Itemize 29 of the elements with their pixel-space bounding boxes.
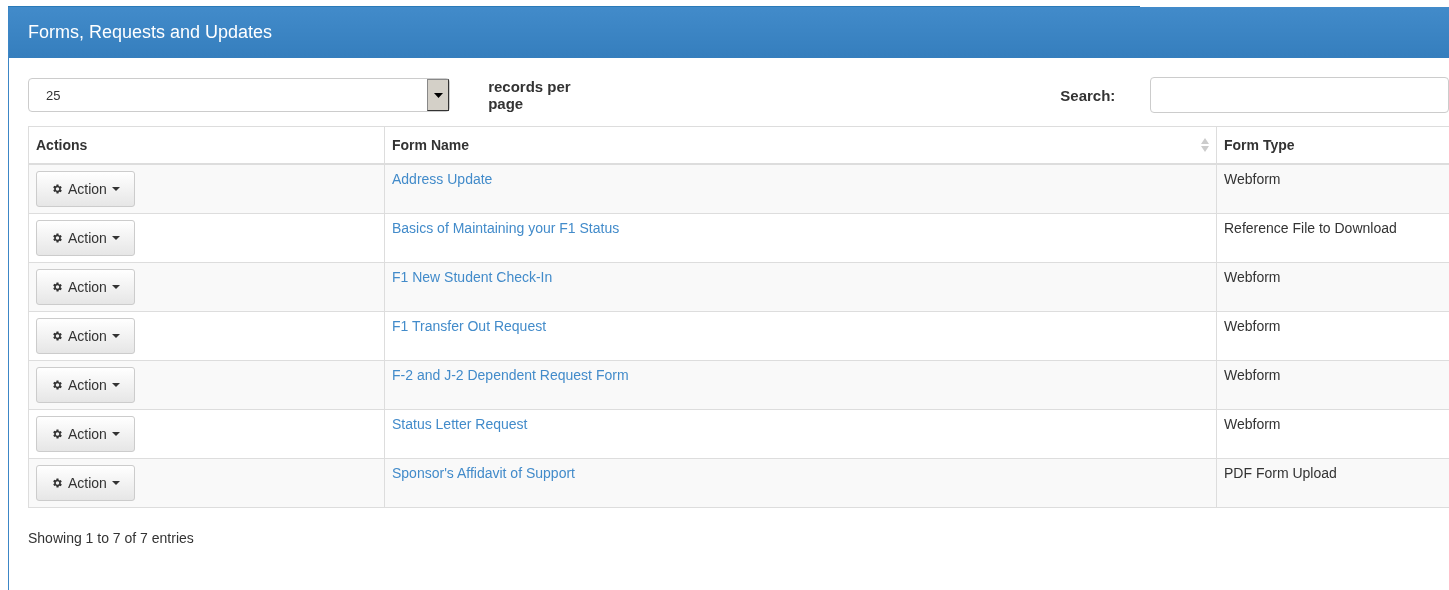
action-button[interactable]: Action xyxy=(36,318,135,354)
entries-info: Showing 1 to 7 of 7 entries xyxy=(28,530,194,546)
search-label: Search: xyxy=(1060,86,1116,104)
column-header[interactable]: Form Name xyxy=(392,137,470,153)
form-name-link[interactable]: Basics of Maintaining your F1 Status xyxy=(392,220,620,236)
form-name-link[interactable]: Status Letter Request xyxy=(392,416,528,432)
column-header[interactable]: Actions xyxy=(36,137,88,153)
form-name-link[interactable]: F-2 and J-2 Dependent Request Form xyxy=(392,367,629,383)
form-type: Webform xyxy=(1224,416,1281,432)
column-header[interactable]: Form Type xyxy=(1224,137,1295,153)
action-button[interactable]: Action xyxy=(36,220,135,256)
form-name-link[interactable]: F1 Transfer Out Request xyxy=(392,318,547,334)
form-name-link[interactable]: Address Update xyxy=(392,171,493,187)
action-button[interactable]: Action xyxy=(36,269,135,305)
action-button[interactable]: Action xyxy=(36,465,135,501)
form-type: PDF Form Upload xyxy=(1224,465,1337,481)
form-type: Webform xyxy=(1224,171,1281,187)
records-per-page-select[interactable]: 25 xyxy=(28,78,451,112)
action-button[interactable]: Action xyxy=(36,367,135,403)
form-name-link[interactable]: Sponsor's Affidavit of Support xyxy=(392,465,575,481)
form-type: Webform xyxy=(1224,367,1281,383)
form-type: Webform xyxy=(1224,318,1281,334)
action-button[interactable]: Action xyxy=(36,416,135,452)
form-type: Reference File to Download xyxy=(1224,220,1397,236)
action-button[interactable]: Action xyxy=(36,171,135,207)
form-name-link[interactable]: F1 New Student Check-In xyxy=(392,269,553,285)
form-type: Webform xyxy=(1224,269,1281,285)
records-per-page-label: records per page xyxy=(488,78,572,112)
panel-title: Forms, Requests and Updates xyxy=(9,7,1449,58)
